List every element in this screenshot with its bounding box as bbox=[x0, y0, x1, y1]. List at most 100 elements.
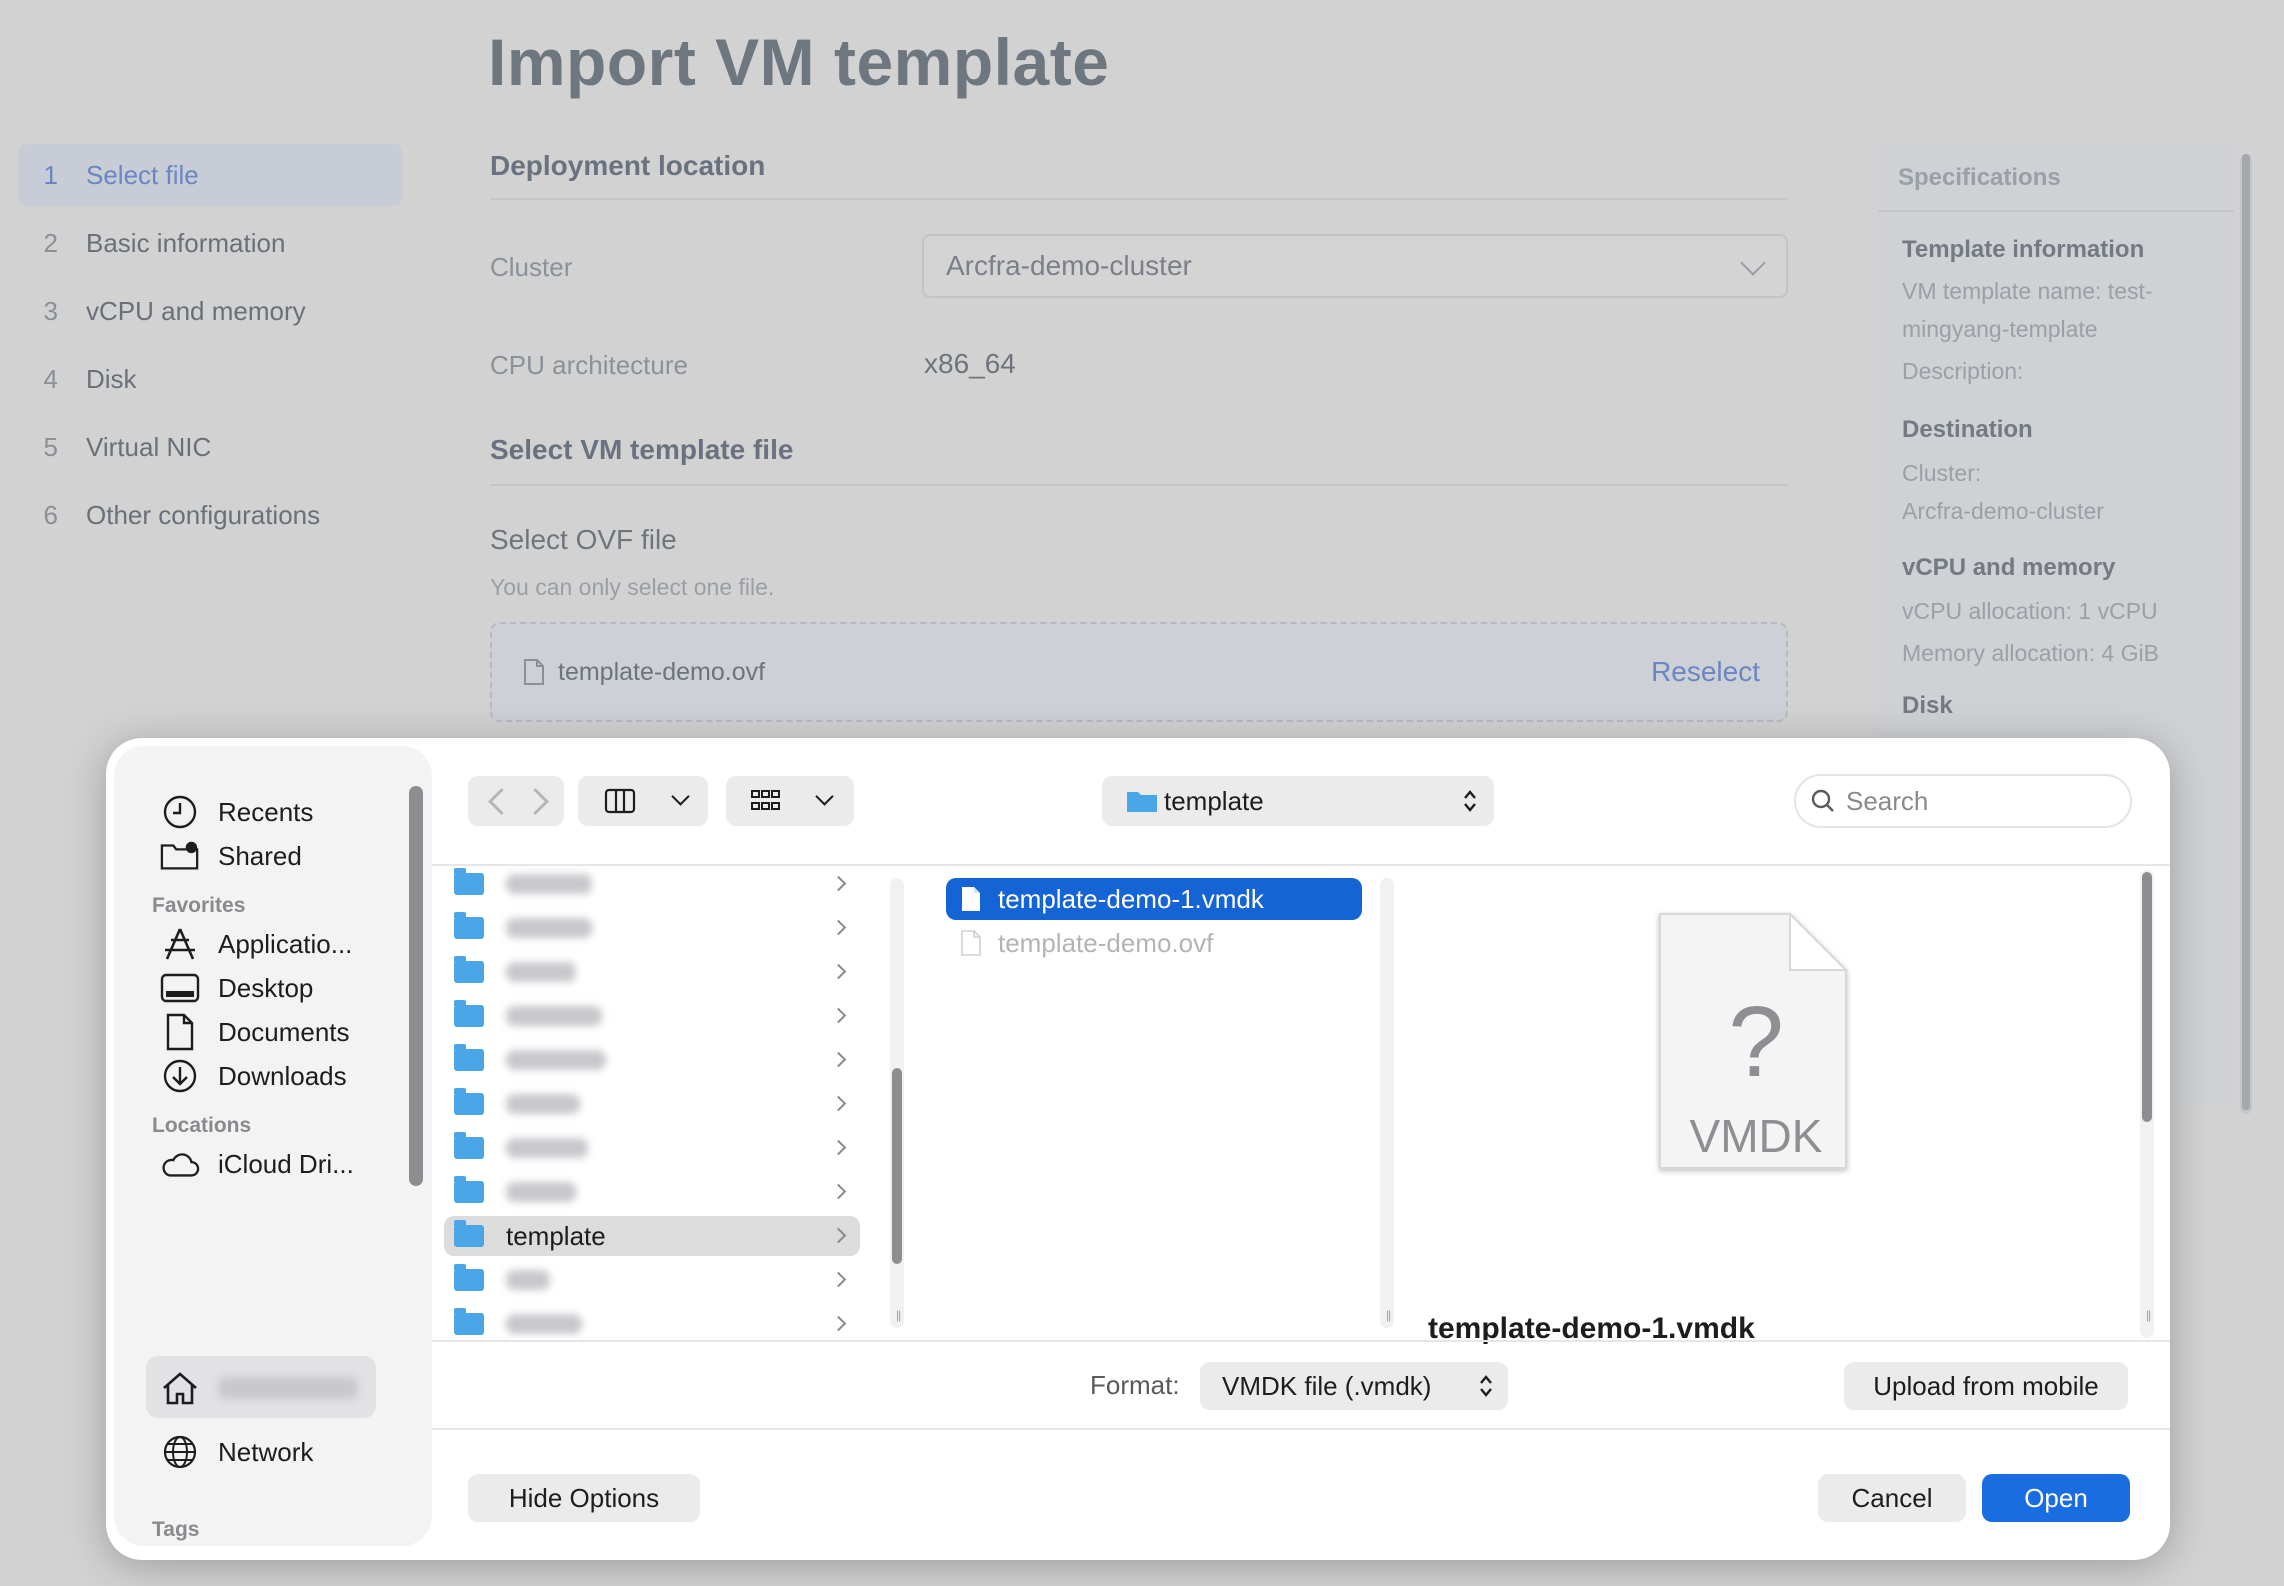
list-item[interactable] bbox=[444, 1304, 860, 1338]
updown-chevron-icon bbox=[1464, 790, 1476, 812]
blurred-folder-name bbox=[506, 1138, 588, 1158]
cluster-select[interactable]: Arcfra-demo-cluster bbox=[922, 234, 1788, 298]
column-resize-grip[interactable]: || bbox=[1386, 1308, 1391, 1322]
step-basic-information[interactable]: 2 Basic information bbox=[18, 212, 402, 274]
ovf-title: Select OVF file bbox=[490, 524, 677, 555]
blurred-folder-name bbox=[506, 874, 592, 894]
sidebar-item-shared[interactable]: Shared bbox=[160, 832, 302, 880]
file-icon bbox=[524, 659, 544, 685]
step-select-file[interactable]: 1 Select file bbox=[18, 144, 402, 206]
folder-icon bbox=[1127, 792, 1157, 812]
preview-scrollbar[interactable] bbox=[2140, 870, 2154, 1338]
vcpu-allocation: vCPU allocation: 1 vCPU bbox=[1902, 598, 2158, 624]
favorites-heading: Favorites bbox=[152, 894, 246, 917]
file-icon bbox=[961, 930, 981, 956]
file-item-ovf: template-demo.ovf bbox=[946, 922, 1362, 964]
step-label: Virtual NIC bbox=[86, 431, 212, 462]
group-by-button[interactable] bbox=[726, 776, 854, 826]
list-item[interactable] bbox=[444, 952, 860, 992]
scrollbar-thumb[interactable] bbox=[2242, 154, 2250, 1110]
view-mode-button[interactable] bbox=[578, 776, 708, 826]
step-label: vCPU and memory bbox=[86, 295, 306, 326]
finder-sidebar: Recents Shared Favorites Applicatio... D… bbox=[114, 746, 432, 1546]
hide-options-button[interactable]: Hide Options bbox=[468, 1474, 700, 1522]
blurred-folder-name bbox=[506, 1050, 606, 1070]
cluster-line: Cluster: bbox=[1902, 460, 1982, 486]
folder-icon bbox=[454, 1088, 484, 1115]
column-resize-grip[interactable]: || bbox=[2146, 1308, 2151, 1322]
template-name-line1: VM template name: test- bbox=[1902, 278, 2153, 304]
forward-arrow-icon[interactable] bbox=[522, 788, 549, 815]
list-item[interactable] bbox=[444, 908, 860, 948]
folder-icon bbox=[454, 1264, 484, 1291]
blurred-username bbox=[218, 1377, 358, 1399]
step-other-configurations[interactable]: 6 Other configurations bbox=[18, 484, 402, 546]
sidebar-item-network[interactable]: Network bbox=[160, 1428, 313, 1476]
list-item[interactable] bbox=[444, 1128, 860, 1168]
list-item[interactable] bbox=[444, 1172, 860, 1212]
cpu-architecture-label: CPU architecture bbox=[490, 350, 688, 380]
download-icon bbox=[163, 1059, 197, 1093]
grid-group-icon bbox=[751, 790, 780, 810]
step-label: Other configurations bbox=[86, 499, 321, 530]
step-vcpu-memory[interactable]: 3 vCPU and memory bbox=[18, 280, 402, 342]
folder-item-template[interactable]: template bbox=[444, 1216, 860, 1256]
svg-text:VMDK: VMDK bbox=[1690, 1110, 1823, 1162]
sidebar-item-documents[interactable]: Documents bbox=[160, 1008, 350, 1056]
scrollbar-thumb[interactable] bbox=[2142, 872, 2152, 1122]
format-popup[interactable]: VMDK file (.vmdk) bbox=[1200, 1362, 1508, 1410]
folder-name: template bbox=[506, 1220, 606, 1251]
specifications-heading: Specifications bbox=[1898, 164, 2061, 191]
folder-column-scrollbar[interactable] bbox=[890, 878, 904, 1328]
file-name: template-demo-1.vmdk bbox=[998, 883, 1264, 914]
shared-folder-icon bbox=[160, 841, 199, 870]
blurred-folder-name bbox=[506, 962, 576, 982]
step-label: Select file bbox=[86, 159, 199, 190]
file-item-vmdk[interactable]: template-demo-1.vmdk bbox=[946, 878, 1362, 920]
specifications-scrollbar[interactable] bbox=[2240, 154, 2252, 1114]
search-field[interactable]: Search bbox=[1794, 774, 2132, 828]
chevron-right-icon bbox=[830, 875, 847, 892]
vmdk-document-preview-icon: ? VMDK bbox=[1659, 911, 1849, 1169]
step-virtual-nic[interactable]: 5 Virtual NIC bbox=[18, 416, 402, 478]
blurred-folder-name bbox=[506, 1094, 580, 1114]
chevron-right-icon bbox=[830, 919, 847, 936]
list-item[interactable] bbox=[444, 996, 860, 1036]
disk-heading: Disk bbox=[1902, 692, 1953, 719]
sidebar-item-icloud-drive[interactable]: iCloud Dri... bbox=[160, 1140, 354, 1188]
sidebar-item-desktop[interactable]: Desktop bbox=[160, 964, 313, 1012]
cluster-label: Cluster bbox=[490, 252, 573, 282]
upload-from-mobile-button[interactable]: Upload from mobile bbox=[1844, 1362, 2128, 1410]
reselect-link[interactable]: Reselect bbox=[1651, 656, 1760, 688]
sidebar-item-recents[interactable]: Recents bbox=[160, 788, 313, 836]
deployment-heading: Deployment location bbox=[490, 150, 766, 181]
sidebar-item-label: Shared bbox=[218, 840, 302, 871]
back-arrow-icon[interactable] bbox=[488, 788, 515, 815]
open-button[interactable]: Open bbox=[1982, 1474, 2130, 1522]
folder-icon bbox=[454, 1220, 484, 1247]
cluster-line-value: Arcfra-demo-cluster bbox=[1902, 498, 2104, 524]
search-placeholder: Search bbox=[1846, 785, 1929, 816]
list-item[interactable] bbox=[444, 1040, 860, 1080]
sidebar-item-downloads[interactable]: Downloads bbox=[160, 1052, 347, 1100]
file-column-scrollbar[interactable] bbox=[1380, 878, 1394, 1328]
ovf-hint: You can only select one file. bbox=[490, 574, 775, 600]
list-item[interactable] bbox=[444, 866, 860, 904]
path-popup[interactable]: template bbox=[1102, 776, 1494, 826]
scrollbar-thumb[interactable] bbox=[892, 1068, 902, 1264]
step-label: Disk bbox=[86, 363, 137, 394]
blurred-folder-name bbox=[506, 1182, 576, 1202]
sidebar-item-applications[interactable]: Applicatio... bbox=[160, 920, 352, 968]
column-resize-grip[interactable]: || bbox=[896, 1308, 901, 1322]
sidebar-item-home[interactable] bbox=[160, 1364, 358, 1412]
sidebar-item-label: Downloads bbox=[218, 1060, 347, 1091]
cancel-button[interactable]: Cancel bbox=[1818, 1474, 1966, 1522]
sidebar-scrollbar[interactable] bbox=[409, 786, 423, 1186]
selected-file-name: template-demo.ovf bbox=[558, 658, 766, 686]
list-item[interactable] bbox=[444, 1084, 860, 1124]
desktop-icon bbox=[160, 973, 200, 1003]
list-item[interactable] bbox=[444, 1260, 860, 1300]
applications-icon bbox=[165, 928, 195, 960]
step-disk[interactable]: 4 Disk bbox=[18, 348, 402, 410]
divider bbox=[490, 198, 1788, 200]
